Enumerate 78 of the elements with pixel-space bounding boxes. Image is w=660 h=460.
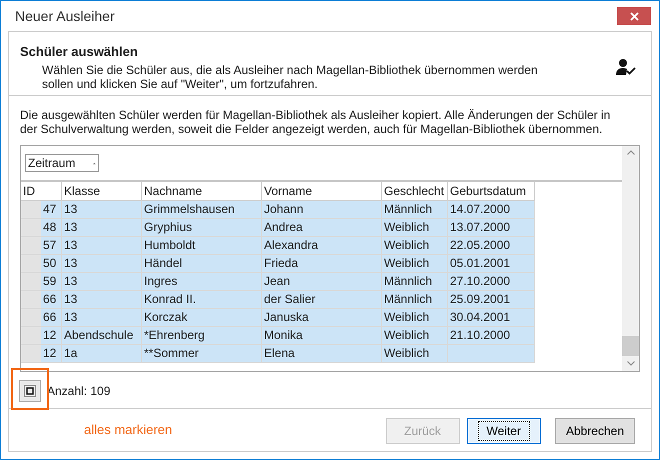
table-cell: Weiblich <box>382 219 448 237</box>
table-cell: Grimmelshausen <box>142 201 262 219</box>
table-cell: 13 <box>62 273 142 291</box>
vertical-scrollbar[interactable] <box>622 146 639 371</box>
table-cell: 05.01.2001 <box>448 255 535 273</box>
count-label: Anzahl: 109 <box>47 382 110 400</box>
table-cell: Elena <box>262 345 382 363</box>
table-cell: Frieda <box>262 255 382 273</box>
table-cell: 14.07.2000 <box>448 201 535 219</box>
column-header[interactable]: Geschlecht <box>382 182 448 201</box>
table-cell: Konrad II. <box>142 291 262 309</box>
table-cell: Weiblich <box>382 327 448 345</box>
table-cell: Andrea <box>262 219 382 237</box>
table-cell: Ingres <box>142 273 262 291</box>
table-cell: 22.05.2000 <box>448 237 535 255</box>
table-cell: 13 <box>62 309 142 327</box>
table-cell: 27.10.2000 <box>448 273 535 291</box>
highlight-frame <box>11 368 49 410</box>
group-column-button[interactable]: Zeitraum <box>25 154 99 172</box>
header-text: Wählen Sie die Schüler aus, die als Ausleiher nach Magellan-Bibliothek übernommen werden sollen und klicken Sie auf "Weiter", um fortzufahren. <box>41 62 539 90</box>
table-cell: 47 <box>21 201 62 219</box>
table-cell: Händel <box>142 255 262 273</box>
user-check-icon <box>616 58 636 76</box>
table-cell: Korczak <box>142 309 262 327</box>
table-cell: *Ehrenberg <box>142 327 262 345</box>
column-header[interactable]: ID <box>21 182 62 201</box>
table-cell: 12 <box>21 345 62 363</box>
description-text: Die ausgewählten Schüler werden für Magellan-Bibliothek als Ausleiher kopiert. Alle Änderungen der Schüler in der Schulverwaltung werden, soweit die Felder angezeigt werden, auch für Magellan-Bibliothek übernommen. <box>19 108 612 136</box>
table-cell: 21.10.2000 <box>448 327 535 345</box>
close-icon <box>630 12 638 20</box>
table-cell: 13 <box>62 237 142 255</box>
table-cell: Weiblich <box>382 237 448 255</box>
table-cell: 66 <box>21 291 62 309</box>
table-cell: 12 <box>21 327 62 345</box>
table-cell: der Salier <box>262 291 382 309</box>
table-cell: 50 <box>21 255 62 273</box>
column-header[interactable]: Klasse <box>62 182 142 201</box>
table-cell: 13.07.2000 <box>448 219 535 237</box>
table-cell: Humboldt <box>142 237 262 255</box>
table-cell: Männlich <box>382 201 448 219</box>
close-button[interactable] <box>617 7 651 25</box>
column-header[interactable]: Vorname <box>262 182 382 201</box>
table-cell: 13 <box>62 291 142 309</box>
table-cell: 25.09.2001 <box>448 291 535 309</box>
table-cell: Männlich <box>382 273 448 291</box>
table-cell: 66 <box>21 309 62 327</box>
header-title: Schüler auswählen <box>20 43 139 61</box>
table-cell: **Sommer <box>142 345 262 363</box>
scroll-up-icon <box>626 150 634 155</box>
column-header[interactable]: Geburtsdatum <box>448 182 535 201</box>
select-all-button[interactable] <box>19 380 41 402</box>
table-cell: 13 <box>62 201 142 219</box>
table-cell: 59 <box>21 273 62 291</box>
table-cell: Monika <box>262 327 382 345</box>
table-cell: 30.04.2001 <box>448 309 535 327</box>
select-all-icon <box>24 384 36 396</box>
scroll-down-icon <box>626 361 634 366</box>
column-header[interactable]: Nachname <box>142 182 262 201</box>
table-cell: Johann <box>262 201 382 219</box>
table-cell: Männlich <box>382 291 448 309</box>
table-cell: Weiblich <box>382 309 448 327</box>
table-cell: Jean <box>262 273 382 291</box>
table-cell: Weiblich <box>382 345 448 363</box>
dialog-button[interactable]: Abbrechen <box>554 418 635 444</box>
annotation-text: alles markieren <box>84 421 174 440</box>
table-cell: 48 <box>21 219 62 237</box>
table-cell: Gryphius <box>142 219 262 237</box>
table-cell: 13 <box>62 219 142 237</box>
table-cell: Alexandra <box>262 237 382 255</box>
table-cell: Weiblich <box>382 255 448 273</box>
table-cell: 13 <box>62 255 142 273</box>
table-cell: Abendschule <box>62 327 142 345</box>
table-cell: Januska <box>262 309 382 327</box>
scrollbar-thumb[interactable] <box>622 336 639 356</box>
dialog-button[interactable]: Weiter <box>466 418 541 444</box>
table-cell: 57 <box>21 237 62 255</box>
table-cell: 1a <box>62 345 142 363</box>
window-title: Neuer Ausleiher <box>15 6 116 26</box>
